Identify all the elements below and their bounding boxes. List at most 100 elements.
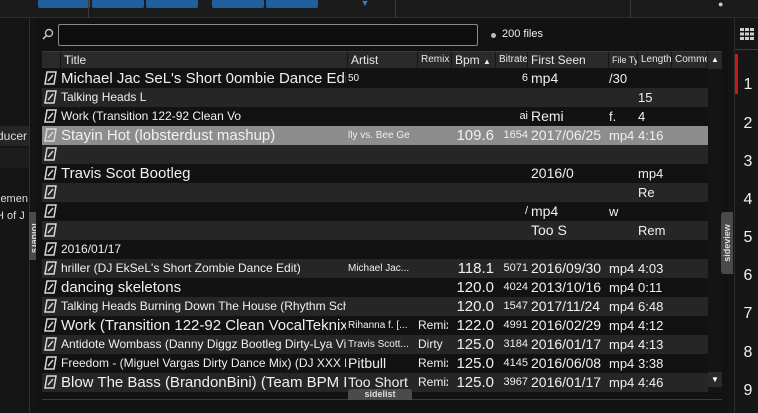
grid-icon[interactable]: [740, 28, 754, 40]
cell-length: 3:38: [638, 356, 664, 371]
cell-title: [61, 145, 346, 164]
column-length[interactable]: Length: [638, 52, 672, 69]
cell-length: 4:16: [638, 128, 664, 143]
table-row[interactable]: dancing skeletons 120.0 4024 2013/10/16 mp4 0…: [42, 278, 708, 297]
column-title[interactable]: Title: [61, 52, 348, 69]
cell-first-seen: 2017/06/25: [531, 127, 602, 143]
cell-bpm: 125.0: [456, 355, 494, 372]
sideview-tab[interactable]: sideview: [721, 212, 733, 274]
track-icon: [44, 280, 57, 294]
row-number[interactable]: 7: [740, 305, 756, 323]
left-panel-text: H of J: [0, 210, 25, 222]
file-count: 200 files: [502, 28, 543, 40]
row-number[interactable]: 2: [740, 115, 756, 133]
track-icon: [44, 147, 57, 161]
cell-length: Re: [638, 185, 655, 200]
row-number[interactable]: 1: [740, 76, 756, 94]
table-row[interactable]: Talking Heads Burning Down The House (Rh…: [42, 297, 708, 316]
column-artist[interactable]: Artist: [348, 52, 418, 69]
table-row[interactable]: hriller (DJ EkSeL's Short Zombie Dance E…: [42, 259, 708, 278]
cell-bitrate: 1654: [503, 129, 528, 141]
scroll-down-icon[interactable]: ▼: [708, 372, 722, 387]
row-number[interactable]: 4: [740, 191, 756, 209]
cell-bpm: [452, 221, 494, 240]
table-row[interactable]: Michael Jac SeL's Short 0ombie Dance Edi…: [42, 69, 708, 88]
column-bitrate[interactable]: Bitrate: [496, 52, 528, 69]
cell-first-seen: mp4: [531, 203, 559, 219]
column-header-icon: [42, 52, 61, 69]
cell-artist: 50: [348, 73, 360, 84]
track-icon: [44, 185, 57, 199]
deck-button-3[interactable]: [146, 0, 198, 8]
table-row[interactable]: Re: [42, 183, 708, 202]
table-row[interactable]: Antidote Wombass (Danny Diggz Bootleg Di…: [42, 335, 708, 354]
cell-first-seen: 2016/0: [531, 165, 574, 181]
cell-bitrate: 4024: [503, 281, 528, 293]
cell-title: Michael Jac SeL's Short 0ombie Dance Edi…: [61, 70, 346, 87]
cell-bpm: [452, 88, 494, 107]
cell-remix: [418, 183, 448, 202]
scrollbar-track[interactable]: [708, 69, 722, 393]
cell-remix: [418, 297, 448, 316]
sync-icon[interactable]: ▼: [358, 0, 372, 8]
track-icon: [44, 166, 57, 180]
cell-file-type: mp4: [609, 318, 635, 333]
deck-button-1[interactable]: [38, 0, 90, 8]
column-file-type[interactable]: File Ty: [609, 52, 638, 69]
left-panel-row[interactable]: [0, 148, 29, 168]
cell-remix: [418, 164, 448, 183]
cell-length: 4:03: [638, 261, 664, 276]
cell-bpm: 120.0: [456, 298, 494, 315]
cell-artist: [348, 202, 416, 221]
cell-first-seen: 2016/01/17: [531, 336, 602, 352]
track-icon: [44, 299, 57, 313]
table-row[interactable]: Freedom - (Miguel Vargas Dirty Dance Mix…: [42, 354, 708, 373]
cell-artist: [348, 164, 416, 183]
cell-artist: [348, 88, 416, 107]
table-row-selected[interactable]: Stayin Hot (lobsterdust mashup) lly vs. B…: [42, 126, 708, 145]
table-row[interactable]: / mp4 w: [42, 202, 708, 221]
cell-artist: [348, 297, 416, 316]
column-remix[interactable]: Remix: [418, 52, 452, 69]
column-comment[interactable]: Commen: [672, 52, 708, 69]
cell-first-seen: 2016/06/08: [531, 355, 602, 371]
sort-up-icon: ▲: [483, 57, 491, 66]
deck-button-5[interactable]: [266, 0, 318, 8]
cell-file-type: [609, 183, 637, 202]
cell-length: 15: [638, 90, 653, 105]
row-number[interactable]: 8: [740, 344, 756, 362]
cell-length: 4: [638, 109, 646, 124]
cell-bpm: [452, 69, 494, 88]
deck-button-4[interactable]: [212, 0, 264, 8]
cell-title: hriller (DJ EkSeL's Short Zombie Dance E…: [61, 261, 301, 275]
cell-title: Talking Heads L: [61, 90, 147, 104]
cell-bpm: [452, 240, 494, 259]
row-number[interactable]: 9: [740, 382, 756, 400]
row-number[interactable]: 3: [740, 153, 756, 171]
track-icon: [44, 90, 57, 104]
table-row[interactable]: Too S Rem: [42, 221, 708, 240]
table-row[interactable]: Talking Heads L 15: [42, 88, 708, 107]
table-row[interactable]: 2016/01/17: [42, 240, 708, 259]
search-icon[interactable]: [42, 28, 54, 40]
table-row[interactable]: Work (Transition 122-92 Clean VocalTekni…: [42, 316, 708, 335]
scroll-up-icon[interactable]: ▲: [708, 52, 722, 69]
deck-button-2[interactable]: [92, 0, 144, 8]
sidelist-tab[interactable]: sidelist: [348, 389, 412, 400]
column-first-seen[interactable]: First Seen: [528, 52, 609, 69]
cell-title: Stayin Hot (lobsterdust mashup): [61, 127, 276, 144]
track-icon: [44, 204, 57, 218]
table-row[interactable]: Travis Scot Bootleg 2016/0 mp4: [42, 164, 708, 183]
row-number[interactable]: 6: [740, 267, 756, 285]
cell-first-seen: 2016/01/17: [531, 374, 602, 390]
cell-bpm: 109.6: [456, 127, 494, 144]
column-bpm[interactable]: Bpm ▲: [452, 52, 496, 69]
cell-length: [638, 202, 672, 221]
cell-remix: [418, 107, 448, 126]
cell-length: 4:12: [638, 318, 664, 333]
table-row[interactable]: [42, 145, 708, 164]
search-input[interactable]: [58, 24, 478, 46]
window-control-icon[interactable]: ●: [718, 0, 723, 9]
row-number[interactable]: 5: [740, 229, 756, 247]
table-row[interactable]: Work (Transition 122-92 Clean Vo ai Remi f.…: [42, 107, 708, 126]
